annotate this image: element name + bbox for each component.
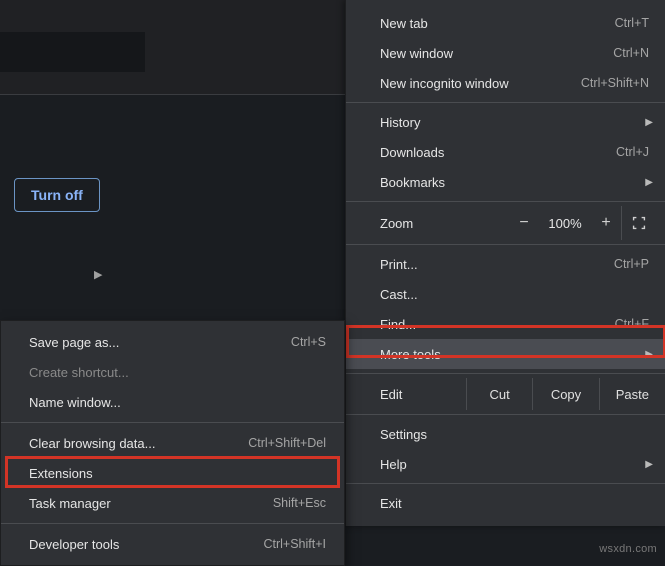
more-tools-submenu: Save page as... Ctrl+S Create shortcut..… [0, 320, 345, 566]
submenu-label: Extensions [29, 466, 326, 481]
chrome-main-menu: New tab Ctrl+T New window Ctrl+N New inc… [345, 0, 665, 526]
submenu-separator [1, 422, 344, 423]
menu-separator [346, 483, 665, 484]
fullscreen-icon [632, 216, 646, 230]
submenu-label: Task manager [29, 496, 273, 511]
submenu-label: Save page as... [29, 335, 291, 350]
menu-item-cast[interactable]: Cast... [346, 279, 665, 309]
menu-item-downloads[interactable]: Downloads Ctrl+J [346, 137, 665, 167]
menu-shortcut: Ctrl+Shift+N [581, 76, 649, 90]
zoom-out-button[interactable]: − [509, 214, 539, 232]
menu-label: Bookmarks [380, 175, 649, 190]
menu-separator [346, 373, 665, 374]
menu-item-bookmarks[interactable]: Bookmarks ▶ [346, 167, 665, 197]
menu-label: Settings [380, 427, 649, 442]
menu-label: New tab [380, 16, 615, 31]
menu-item-print[interactable]: Print... Ctrl+P [346, 249, 665, 279]
menu-shortcut: Ctrl+P [614, 257, 649, 271]
menu-shortcut: Ctrl+N [613, 46, 649, 60]
submenu-label: Developer tools [29, 537, 263, 552]
menu-shortcut: Ctrl+F [615, 317, 649, 331]
menu-item-edit: Edit Cut Copy Paste [346, 378, 665, 410]
menu-label: New window [380, 46, 613, 61]
submenu-item-task-manager[interactable]: Task manager Shift+Esc [1, 488, 344, 518]
edit-cut-button[interactable]: Cut [466, 378, 532, 410]
menu-separator [346, 244, 665, 245]
menu-separator [346, 102, 665, 103]
edit-paste-button[interactable]: Paste [599, 378, 665, 410]
menu-item-settings[interactable]: Settings [346, 419, 665, 449]
edit-label: Edit [380, 387, 466, 402]
menu-item-exit[interactable]: Exit [346, 488, 665, 518]
zoom-value: 100% [539, 216, 591, 231]
menu-item-help[interactable]: Help ▶ [346, 449, 665, 479]
menu-item-zoom: Zoom − 100% + [346, 206, 665, 240]
page-background-strip [0, 32, 145, 72]
submenu-arrow-icon: ▶ [645, 459, 653, 470]
menu-label: More tools [380, 347, 649, 362]
zoom-in-button[interactable]: + [591, 214, 621, 232]
menu-label: Print... [380, 257, 614, 272]
submenu-item-save-page[interactable]: Save page as... Ctrl+S [1, 327, 344, 357]
zoom-label: Zoom [380, 216, 509, 231]
menu-item-find[interactable]: Find... Ctrl+F [346, 309, 665, 339]
menu-item-new-tab[interactable]: New tab Ctrl+T [346, 8, 665, 38]
submenu-item-developer-tools[interactable]: Developer tools Ctrl+Shift+I [1, 529, 344, 559]
menu-item-history[interactable]: History ▶ [346, 107, 665, 137]
submenu-arrow-icon: ▶ [645, 349, 653, 360]
menu-separator [346, 201, 665, 202]
menu-shortcut: Ctrl+J [616, 145, 649, 159]
submenu-shortcut: Ctrl+Shift+Del [248, 436, 326, 450]
submenu-arrow-icon: ▶ [645, 177, 653, 188]
menu-item-more-tools[interactable]: More tools ▶ [346, 339, 665, 369]
watermark-text: wsxdn.com [599, 543, 657, 555]
menu-label: Help [380, 457, 649, 472]
menu-label: New incognito window [380, 76, 581, 91]
submenu-label: Name window... [29, 395, 326, 410]
submenu-shortcut: Ctrl+Shift+I [263, 537, 326, 551]
turn-off-button-wrap: Turn off [14, 178, 100, 212]
fullscreen-button[interactable] [621, 206, 655, 240]
menu-label: Find... [380, 317, 615, 332]
submenu-item-clear-browsing[interactable]: Clear browsing data... Ctrl+Shift+Del [1, 428, 344, 458]
turn-off-button[interactable]: Turn off [14, 178, 100, 212]
menu-shortcut: Ctrl+T [615, 16, 649, 30]
submenu-item-extensions[interactable]: Extensions [1, 458, 344, 488]
submenu-separator [1, 523, 344, 524]
submenu-label: Create shortcut... [29, 365, 326, 380]
menu-item-new-window[interactable]: New window Ctrl+N [346, 38, 665, 68]
submenu-item-create-shortcut: Create shortcut... [1, 357, 344, 387]
submenu-shortcut: Ctrl+S [291, 335, 326, 349]
menu-label: Exit [380, 496, 649, 511]
menu-label: Downloads [380, 145, 616, 160]
submenu-shortcut: Shift+Esc [273, 496, 326, 510]
menu-separator [346, 414, 665, 415]
menu-item-new-incognito[interactable]: New incognito window Ctrl+Shift+N [346, 68, 665, 98]
edit-copy-button[interactable]: Copy [532, 378, 598, 410]
submenu-indicator-icon: ▶ [94, 268, 102, 281]
submenu-arrow-icon: ▶ [645, 117, 653, 128]
submenu-label: Clear browsing data... [29, 436, 248, 451]
submenu-item-name-window[interactable]: Name window... [1, 387, 344, 417]
menu-label: History [380, 115, 649, 130]
menu-label: Cast... [380, 287, 649, 302]
